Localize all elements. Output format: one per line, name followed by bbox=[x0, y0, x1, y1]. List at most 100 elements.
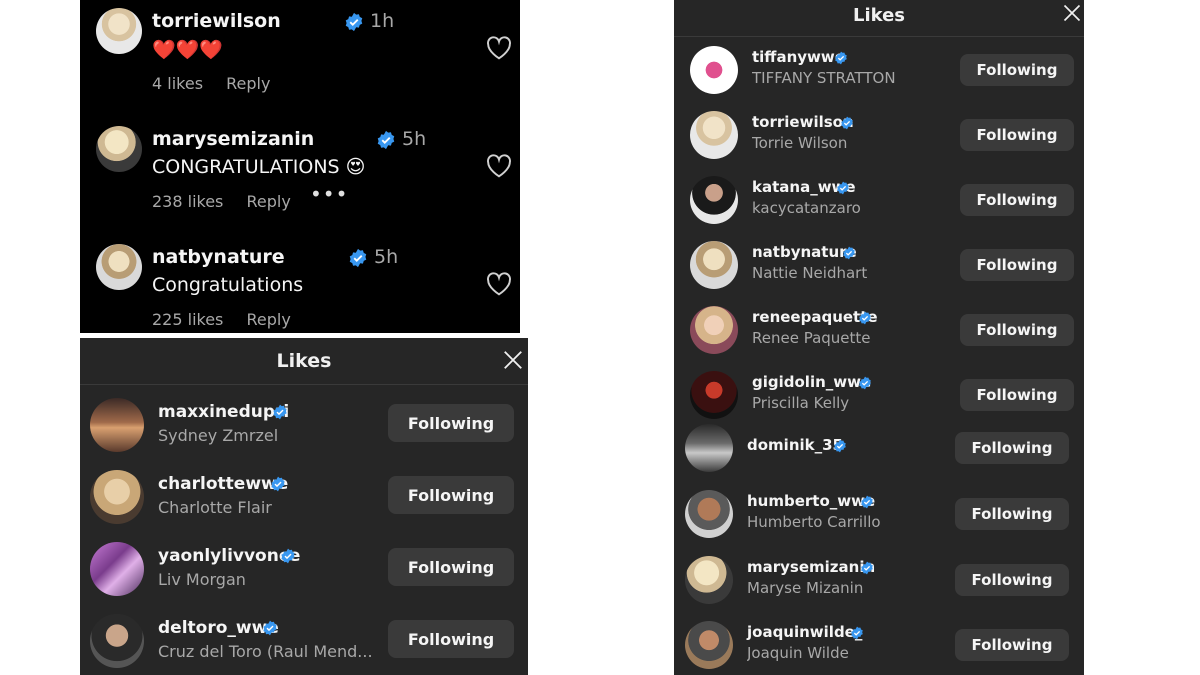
comment-text: Congratulations bbox=[152, 274, 304, 296]
like-user-row[interactable]: natbynature Nattie Neidhart Following bbox=[674, 233, 1084, 297]
like-full-name: Maryse Mizanin bbox=[747, 579, 864, 597]
heart-outline-icon[interactable] bbox=[486, 272, 512, 296]
following-button[interactable]: Following bbox=[388, 620, 514, 658]
like-full-name: Humberto Carrillo bbox=[747, 513, 881, 531]
like-user-row[interactable]: katana_wwe kacycatanzaro Following bbox=[674, 168, 1084, 232]
following-button[interactable]: Following bbox=[955, 629, 1069, 661]
close-icon[interactable] bbox=[502, 349, 524, 371]
like-username[interactable]: deltoro_wwe bbox=[158, 618, 279, 638]
verified-badge-icon bbox=[345, 12, 363, 32]
avatar[interactable] bbox=[690, 46, 738, 94]
comment-meta: 238 likes Reply bbox=[152, 192, 309, 211]
like-username[interactable]: humberto_wwe bbox=[747, 492, 875, 510]
following-button[interactable]: Following bbox=[960, 314, 1074, 346]
like-username[interactable]: natbynature bbox=[752, 243, 857, 261]
verified-badge-icon bbox=[281, 548, 295, 564]
following-button[interactable]: Following bbox=[960, 249, 1074, 281]
like-user-row[interactable]: dominik_35 Following bbox=[674, 416, 1084, 480]
like-full-name: Charlotte Flair bbox=[158, 498, 272, 517]
avatar[interactable] bbox=[96, 8, 142, 54]
avatar[interactable] bbox=[90, 470, 144, 524]
avatar[interactable] bbox=[685, 490, 733, 538]
like-username[interactable]: gigidolin_wwe bbox=[752, 373, 871, 391]
like-count[interactable]: 225 likes bbox=[152, 310, 223, 329]
like-username[interactable]: joaquinwilde_ bbox=[747, 623, 862, 641]
like-user-row[interactable]: maxxinedupri Sydney Zmrzel Following bbox=[80, 390, 528, 462]
verified-badge-icon bbox=[851, 626, 863, 640]
comment-meta: 225 likes Reply bbox=[152, 310, 309, 329]
avatar[interactable] bbox=[90, 542, 144, 596]
following-button[interactable]: Following bbox=[955, 498, 1069, 530]
like-count[interactable]: 4 likes bbox=[152, 74, 203, 93]
comment-item: marysemizanin 5h CONGRATULATIONS 😍 238 l… bbox=[80, 118, 520, 228]
like-user-row[interactable]: tiffanywwe TIFFANY STRATTON Following bbox=[674, 38, 1084, 102]
following-button[interactable]: Following bbox=[388, 548, 514, 586]
heart-outline-icon[interactable] bbox=[486, 154, 512, 178]
avatar[interactable] bbox=[690, 176, 738, 224]
following-button[interactable]: Following bbox=[960, 379, 1074, 411]
avatar[interactable] bbox=[690, 371, 738, 419]
like-username[interactable]: dominik_35 bbox=[747, 436, 843, 454]
verified-badge-icon bbox=[841, 116, 853, 130]
like-username[interactable]: maxxinedupri bbox=[158, 402, 289, 422]
comment-meta: 4 likes Reply bbox=[152, 74, 288, 93]
following-button[interactable]: Following bbox=[388, 476, 514, 514]
reply-link[interactable]: Reply bbox=[246, 192, 290, 211]
like-full-name: Renee Paquette bbox=[752, 329, 871, 347]
like-count[interactable]: 238 likes bbox=[152, 192, 223, 211]
avatar[interactable] bbox=[685, 424, 733, 472]
like-user-row[interactable]: deltoro_wwe Cruz del Toro (Raul Mend... … bbox=[80, 606, 528, 675]
following-button[interactable]: Following bbox=[955, 564, 1069, 596]
verified-badge-icon bbox=[834, 439, 846, 453]
like-full-name: Torrie Wilson bbox=[752, 134, 848, 152]
following-button[interactable]: Following bbox=[960, 184, 1074, 216]
avatar[interactable] bbox=[690, 241, 738, 289]
like-full-name: Liv Morgan bbox=[158, 570, 246, 589]
avatar[interactable] bbox=[90, 614, 144, 668]
verified-badge-icon bbox=[349, 248, 367, 268]
reply-link[interactable]: Reply bbox=[226, 74, 270, 93]
avatar[interactable] bbox=[690, 306, 738, 354]
like-user-row[interactable]: humberto_wwe Humberto Carrillo Following bbox=[674, 482, 1084, 546]
reply-link[interactable]: Reply bbox=[246, 310, 290, 329]
heart-outline-icon[interactable] bbox=[486, 36, 512, 60]
comment-username[interactable]: marysemizanin bbox=[152, 128, 314, 150]
verified-badge-icon bbox=[837, 181, 849, 195]
like-user-row[interactable]: reneepaquette Renee Paquette Following bbox=[674, 298, 1084, 362]
likes-dialog: Likes maxxinedupri Sydney Zmrzel Followi… bbox=[80, 338, 528, 675]
likes-title: Likes bbox=[852, 5, 906, 26]
verified-badge-icon bbox=[271, 476, 285, 492]
likes-header: Likes bbox=[674, 0, 1084, 37]
comment-item: natbynature 5h Congratulations 225 likes… bbox=[80, 236, 520, 333]
following-button[interactable]: Following bbox=[960, 119, 1074, 151]
verified-badge-icon bbox=[835, 51, 847, 65]
more-dots-icon[interactable]: ••• bbox=[310, 182, 348, 206]
like-user-row[interactable]: torriewilson Torrie Wilson Following bbox=[674, 103, 1084, 167]
like-user-row[interactable]: charlottewwe Charlotte Flair Following bbox=[80, 462, 528, 534]
avatar[interactable] bbox=[690, 111, 738, 159]
like-user-row[interactable]: joaquinwilde_ Joaquin Wilde Following bbox=[674, 613, 1084, 675]
following-button[interactable]: Following bbox=[960, 54, 1074, 86]
verified-badge-icon bbox=[377, 130, 395, 150]
comment-text: ❤️❤️❤️ bbox=[152, 39, 223, 61]
like-full-name: Cruz del Toro (Raul Mend... bbox=[158, 642, 373, 661]
avatar[interactable] bbox=[90, 398, 144, 452]
avatar[interactable] bbox=[96, 244, 142, 290]
comment-time: 1h bbox=[370, 10, 395, 32]
like-user-row[interactable]: yaonlylivvonce Liv Morgan Following bbox=[80, 534, 528, 606]
likes-title: Likes bbox=[276, 350, 332, 372]
avatar[interactable] bbox=[685, 621, 733, 669]
like-user-row[interactable]: marysemizanin Maryse Mizanin Following bbox=[674, 548, 1084, 612]
like-username[interactable]: tiffanywwe bbox=[752, 48, 845, 66]
avatar[interactable] bbox=[685, 556, 733, 604]
avatar[interactable] bbox=[96, 126, 142, 172]
like-username[interactable]: marysemizanin bbox=[747, 558, 875, 576]
comment-text: CONGRATULATIONS 😍 bbox=[152, 156, 366, 178]
following-button[interactable]: Following bbox=[955, 432, 1069, 464]
like-username[interactable]: torriewilson bbox=[752, 113, 854, 131]
like-username[interactable]: charlottewwe bbox=[158, 474, 288, 494]
following-button[interactable]: Following bbox=[388, 404, 514, 442]
close-icon[interactable] bbox=[1062, 3, 1082, 23]
comment-username[interactable]: torriewilson bbox=[152, 10, 281, 32]
comment-username[interactable]: natbynature bbox=[152, 246, 285, 268]
